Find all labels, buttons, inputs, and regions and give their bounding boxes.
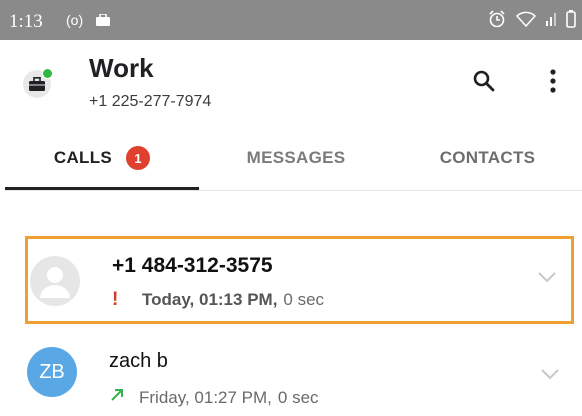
cast-icon: (o)	[66, 12, 84, 28]
briefcase-icon	[29, 77, 45, 91]
tab-divider	[5, 190, 582, 191]
call-timestamp: Friday, 01:27 PM,	[139, 387, 272, 407]
call-row[interactable]: ZB zach b Friday, 01:27 PM, 0 sec	[25, 332, 574, 416]
missed-calls-badge: 1	[126, 146, 151, 170]
battery-icon	[566, 10, 576, 28]
search-icon[interactable]	[472, 69, 496, 93]
briefcase-status-icon	[96, 14, 110, 26]
tab-calls[interactable]: CALLS 1	[5, 132, 199, 184]
signal-icon	[546, 13, 556, 26]
status-bar: 1:13 (o)	[0, 0, 582, 40]
tab-bar: CALLS 1 MESSAGES CONTACTS	[0, 132, 582, 191]
call-details: Friday, 01:27 PM, 0 sec	[109, 387, 319, 408]
call-timestamp: Today, 01:13 PM,	[142, 290, 278, 309]
tab-contacts[interactable]: CONTACTS	[393, 132, 582, 184]
call-details: ! Today, 01:13 PM, 0 sec	[112, 289, 324, 311]
status-icons	[488, 10, 576, 28]
tab-messages-label: MESSAGES	[246, 148, 346, 167]
chevron-down-icon[interactable]	[537, 271, 557, 283]
outgoing-call-icon	[109, 387, 139, 408]
call-row[interactable]: +1 484-312-3575 ! Today, 01:13 PM, 0 sec	[25, 236, 574, 324]
account-switcher[interactable]	[23, 68, 53, 98]
avatar: ZB	[27, 347, 77, 397]
caller-name: zach b	[109, 350, 168, 372]
chevron-down-icon[interactable]	[540, 368, 560, 380]
call-duration: 0 sec	[277, 387, 319, 407]
more-options-icon[interactable]	[543, 66, 563, 96]
account-name: Work	[89, 53, 154, 83]
person-icon	[40, 267, 70, 298]
status-time: 1:13	[9, 11, 43, 32]
call-duration: 0 sec	[283, 290, 325, 309]
tab-messages[interactable]: MESSAGES	[199, 132, 393, 184]
avatar	[30, 256, 80, 306]
wifi-icon	[516, 11, 536, 27]
alarm-icon	[489, 10, 505, 28]
tab-calls-label: CALLS	[53, 148, 113, 167]
online-status-dot	[42, 68, 53, 79]
account-number: +1 225-277-7974	[89, 93, 212, 110]
tab-contacts-label: CONTACTS	[439, 148, 536, 167]
caller-name: +1 484-312-3575	[112, 254, 273, 277]
missed-call-icon: !	[112, 289, 119, 310]
